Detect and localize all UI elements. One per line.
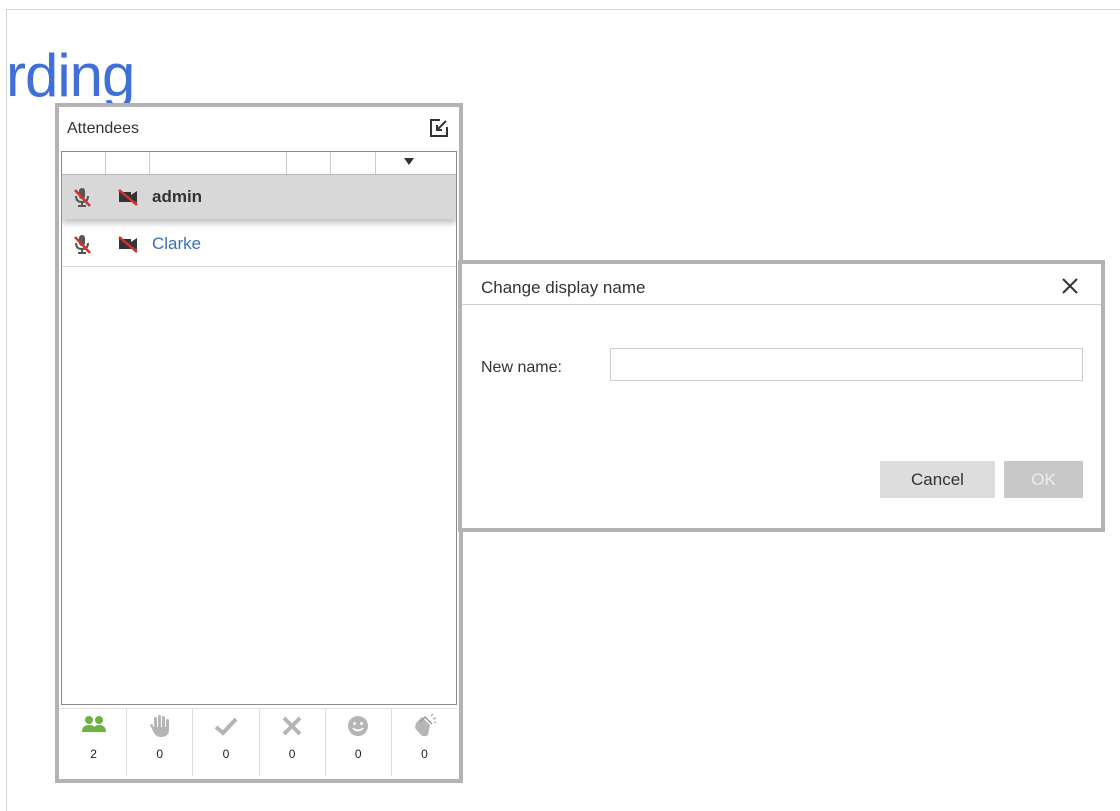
column-name[interactable] (149, 152, 287, 174)
column-mic[interactable] (62, 152, 106, 174)
status-disagree[interactable]: 0 (260, 709, 326, 776)
status-attendees[interactable]: 2 (61, 709, 128, 776)
column-4[interactable] (286, 152, 331, 174)
smiley-count: 0 (354, 747, 362, 761)
attendee-row-admin[interactable]: admin (62, 175, 456, 219)
close-icon[interactable] (1059, 275, 1081, 297)
agree-check-icon (213, 713, 239, 739)
mic-muted-icon[interactable] (71, 233, 93, 255)
applause-icon (411, 713, 437, 739)
status-applause[interactable]: 0 (392, 709, 457, 776)
status-raise-hand[interactable]: 0 (127, 709, 194, 776)
popout-icon[interactable] (429, 118, 449, 138)
column-header (62, 152, 456, 175)
new-name-input[interactable] (610, 348, 1083, 381)
change-name-dialog: Change display name New name: Cancel OK (458, 260, 1105, 532)
camera-off-icon[interactable] (117, 187, 139, 207)
attendees-count: 2 (90, 747, 97, 761)
new-name-label: New name: (481, 359, 562, 376)
attendees-header: Attendees (59, 107, 459, 151)
raise-hand-icon (147, 713, 173, 739)
raise-hand-count: 0 (156, 747, 164, 761)
disagree-x-icon (279, 713, 305, 739)
agree-count: 0 (222, 747, 230, 761)
sort-down-icon[interactable] (404, 158, 414, 165)
status-smiley[interactable]: 0 (326, 709, 392, 776)
cancel-button[interactable]: Cancel (880, 461, 995, 498)
attendees-title: Attendees (67, 120, 140, 137)
camera-off-icon[interactable] (117, 234, 139, 254)
status-agree[interactable]: 0 (193, 709, 260, 776)
smiley-icon (345, 713, 371, 739)
attendee-row-clarke[interactable]: Clarke (62, 222, 456, 267)
applause-count: 0 (421, 747, 428, 761)
status-bar: 2 0 0 0 0 0 (61, 708, 457, 776)
attendees-panel: Attendees admin Clarke 2 0 0 0 0 0 (55, 103, 463, 783)
dialog-divider (462, 304, 1101, 305)
attendee-list: admin Clarke (61, 151, 457, 705)
ok-button[interactable]: OK (1004, 461, 1083, 498)
mic-muted-icon[interactable] (71, 186, 93, 208)
column-camera[interactable] (105, 152, 150, 174)
disagree-count: 0 (288, 747, 296, 761)
attendee-name: admin (152, 187, 203, 206)
attendee-name: Clarke (152, 234, 202, 253)
attendees-icon (81, 713, 107, 739)
dialog-title: Change display name (481, 278, 646, 297)
column-5[interactable] (330, 152, 376, 174)
